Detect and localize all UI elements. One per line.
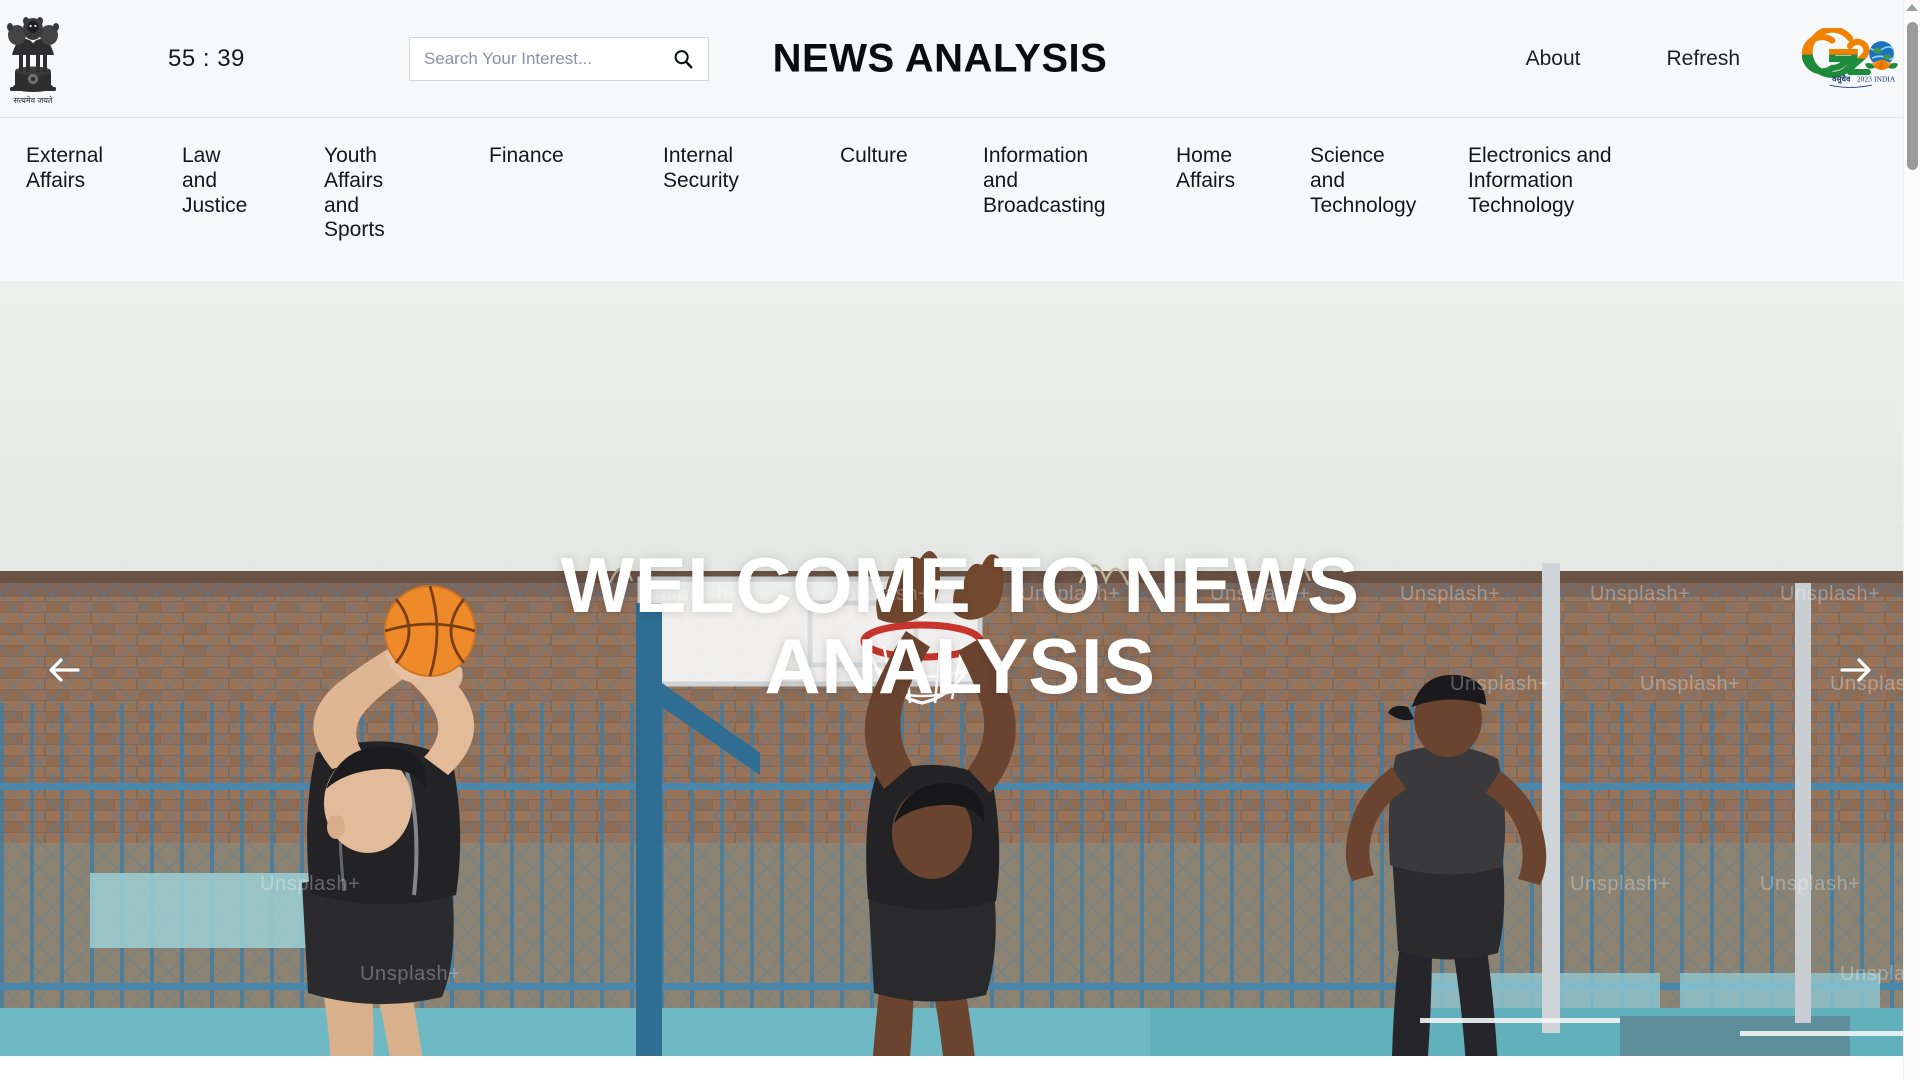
nav-item-finance[interactable]: Finance — [489, 144, 609, 169]
category-nav-list: External Affairs Law and Justice Youth A… — [0, 118, 1920, 282]
nav-item-science-and-technology[interactable]: Science and Technology — [1310, 144, 1440, 218]
nav-item-home-affairs[interactable]: Home Affairs — [1176, 144, 1286, 194]
carousel-prev-button[interactable] — [36, 642, 92, 698]
about-link[interactable]: About — [1526, 47, 1581, 71]
site-header: सत्यमेव जयते 55 : 39 NEWS ANALYSIS About… — [0, 0, 1920, 118]
search-input[interactable] — [423, 48, 672, 69]
arrow-left-icon[interactable] — [44, 650, 84, 690]
nav-item-law-and-justice[interactable]: Law and Justice — [182, 144, 304, 218]
nav-item-internal-security[interactable]: Internal Security — [663, 144, 788, 194]
arrow-right-icon[interactable] — [1836, 650, 1876, 690]
nav-item-information-and-broadcasting[interactable]: Information and Broadcasting — [983, 144, 1148, 218]
nav-item-electronics-and-information-technology[interactable]: Electronics and Information Technology — [1468, 144, 1653, 218]
carousel-next-button[interactable] — [1828, 642, 1884, 698]
category-nav: External Affairs Law and Justice Youth A… — [0, 118, 1920, 283]
page-title: NEWS ANALYSIS — [772, 36, 1108, 80]
hero-title: WELCOME TO NEWS ANALYSIS — [560, 541, 1360, 711]
countdown-timer: 55 : 39 — [168, 44, 245, 72]
national-emblem-icon: सत्यमेव जयते — [7, 16, 59, 105]
search-box[interactable] — [408, 36, 709, 81]
refresh-link[interactable]: Refresh — [1666, 47, 1740, 71]
g20-year-text: 2023 — [1857, 74, 1872, 83]
scroll-thumb[interactable] — [1907, 22, 1918, 170]
nav-item-external-affairs[interactable]: External Affairs — [26, 144, 154, 194]
page-body-below-fold — [0, 1056, 1920, 1080]
nav-item-culture[interactable]: Culture — [840, 144, 955, 169]
page-root: सत्यमेव जयते 55 : 39 NEWS ANALYSIS About… — [0, 0, 1920, 1080]
hero-carousel: Unsplash+ Unsplash+ Unsplash+ Unsplash+ Unsp… — [0, 283, 1920, 1056]
emblem-motto: सत्यमेव जयते — [14, 95, 53, 105]
scroll-up-arrow-icon[interactable] — [1906, 4, 1918, 11]
g20-hindi-text: वसुधैव — [1831, 74, 1851, 84]
g20-logo-icon[interactable]: वसुधैव 2023 INDIA — [1802, 27, 1898, 90]
page-scrollbar[interactable] — [1903, 0, 1920, 1080]
g20-country-text: INDIA — [1874, 74, 1896, 83]
nav-item-youth-affairs-and-sports[interactable]: Youth Affairs and Sports — [324, 144, 459, 243]
header-links: About Refresh वसुधैव 2023 INDIA — [1526, 27, 1920, 90]
search-icon[interactable] — [672, 48, 694, 70]
